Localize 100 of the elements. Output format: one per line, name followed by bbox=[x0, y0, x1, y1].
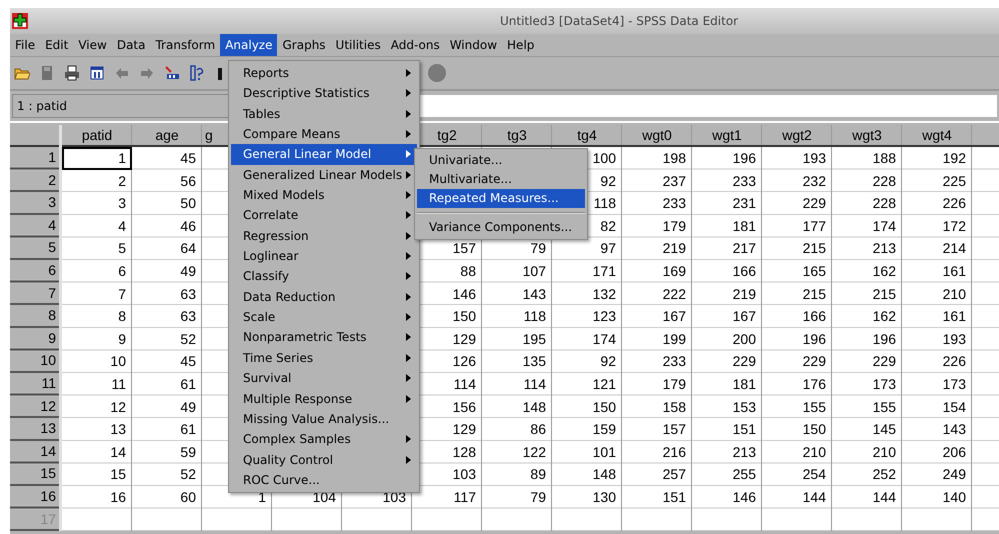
table-cell[interactable]: 196 bbox=[732, 150, 756, 166]
table-cell[interactable]: 114 bbox=[454, 376, 476, 392]
table-cell[interactable]: 228 bbox=[872, 172, 896, 189]
table-cell[interactable]: 3 bbox=[118, 195, 126, 212]
table-cell[interactable]: 146 bbox=[732, 488, 756, 505]
table-cell[interactable]: 181 bbox=[732, 376, 756, 392]
menu-item[interactable]: Data bbox=[112, 34, 150, 56]
table-cell[interactable]: 206 bbox=[942, 444, 966, 460]
table-cell[interactable]: 52 bbox=[180, 330, 196, 347]
menu-item[interactable]: Graphs bbox=[277, 34, 331, 56]
table-cell[interactable]: 126 bbox=[452, 353, 476, 370]
table-cell[interactable]: 153 bbox=[732, 398, 756, 415]
table-cell[interactable]: 226 bbox=[942, 353, 966, 370]
table-cell[interactable]: 122 bbox=[522, 444, 546, 460]
table-cell[interactable]: 213 bbox=[732, 444, 756, 460]
menu-entry[interactable]: Regression bbox=[231, 226, 417, 246]
table-cell[interactable]: 162 bbox=[872, 308, 896, 324]
table-cell[interactable]: 216 bbox=[662, 444, 686, 460]
table-cell[interactable]: 143 bbox=[942, 421, 966, 438]
table-cell[interactable]: 151 bbox=[732, 421, 756, 438]
menu-entry[interactable]: Mixed Models bbox=[231, 185, 417, 206]
table-cell[interactable]: 252 bbox=[872, 466, 896, 482]
menu-item[interactable]: Help bbox=[502, 34, 540, 56]
table-cell[interactable]: 229 bbox=[802, 195, 826, 212]
table-cell[interactable]: 213 bbox=[872, 240, 896, 256]
table-cell[interactable]: 7 bbox=[118, 286, 126, 302]
table-cell[interactable]: 88 bbox=[460, 262, 476, 279]
table-cell[interactable]: 146 bbox=[452, 286, 476, 302]
table-cell[interactable]: 173 bbox=[942, 376, 966, 392]
table-cell[interactable]: 1 bbox=[118, 150, 126, 166]
menu-item[interactable]: Add-ons bbox=[386, 34, 445, 56]
table-cell[interactable]: 86 bbox=[530, 421, 546, 438]
table-cell[interactable]: 150 bbox=[452, 308, 476, 324]
table-cell[interactable]: 188 bbox=[872, 150, 896, 166]
table-cell[interactable]: 161 bbox=[942, 308, 966, 324]
table-cell[interactable]: 14 bbox=[110, 444, 126, 460]
table-cell[interactable]: 10 bbox=[110, 353, 126, 370]
table-cell[interactable]: 210 bbox=[872, 444, 896, 460]
row-number[interactable]: 5 bbox=[10, 237, 62, 260]
column-header[interactable]: patid bbox=[82, 127, 112, 143]
table-cell[interactable]: 1 bbox=[258, 488, 266, 505]
table-cell[interactable]: 79 bbox=[530, 240, 546, 256]
table-cell[interactable]: 179 bbox=[662, 218, 686, 234]
column-header[interactable]: age bbox=[155, 127, 179, 143]
table-cell[interactable]: 181 bbox=[732, 218, 756, 234]
menu-entry[interactable]: Complex Samples bbox=[231, 429, 417, 450]
table-cell[interactable]: 156 bbox=[452, 398, 476, 415]
table-cell[interactable]: 15 bbox=[110, 466, 126, 482]
table-cell[interactable]: 155 bbox=[872, 398, 896, 415]
table-cell[interactable]: 129 bbox=[452, 421, 476, 438]
table-cell[interactable]: 167 bbox=[662, 308, 686, 324]
table-cell[interactable]: 177 bbox=[802, 218, 826, 234]
table-cell[interactable]: 148 bbox=[522, 398, 546, 415]
row-number[interactable]: 1 bbox=[10, 147, 62, 170]
menu-entry[interactable]: ROC Curve... bbox=[231, 470, 417, 490]
table-cell[interactable]: 166 bbox=[732, 262, 756, 279]
table-cell[interactable]: 217 bbox=[732, 240, 756, 256]
menu-entry[interactable]: Repeated Measures... bbox=[417, 189, 585, 208]
table-cell[interactable]: 16 bbox=[110, 488, 126, 505]
table-cell[interactable]: 49 bbox=[180, 398, 196, 415]
table-cell[interactable]: 118 bbox=[524, 308, 546, 324]
table-cell[interactable]: 155 bbox=[802, 398, 826, 415]
row-number[interactable]: 16 bbox=[10, 486, 62, 508]
table-cell[interactable]: 215 bbox=[872, 286, 896, 302]
table-cell[interactable]: 63 bbox=[180, 308, 196, 324]
menu-item[interactable]: View bbox=[73, 34, 112, 56]
menu-entry[interactable]: Variance Components... bbox=[417, 218, 585, 237]
menu-entry[interactable]: Correlate bbox=[231, 205, 417, 226]
column-header[interactable]: tg3 bbox=[507, 127, 527, 143]
row-number[interactable]: 4 bbox=[10, 214, 62, 238]
table-cell[interactable]: 114 bbox=[524, 376, 546, 392]
menu-entry[interactable]: Univariate... bbox=[417, 151, 585, 170]
printer-icon[interactable] bbox=[64, 65, 80, 81]
table-cell[interactable]: 104 bbox=[312, 488, 336, 505]
row-number[interactable]: 9 bbox=[10, 328, 62, 350]
menu-item[interactable]: File bbox=[10, 34, 40, 56]
table-cell[interactable]: 107 bbox=[522, 262, 546, 279]
table-cell[interactable]: 6 bbox=[118, 262, 126, 279]
menu-entry[interactable]: Compare Means bbox=[231, 124, 417, 144]
table-cell[interactable]: 249 bbox=[942, 466, 966, 482]
table-cell[interactable]: 130 bbox=[592, 488, 616, 505]
table-cell[interactable]: 100 bbox=[592, 150, 616, 166]
column-header[interactable]: tg2 bbox=[437, 127, 457, 143]
table-cell[interactable]: 145 bbox=[872, 421, 896, 438]
table-cell[interactable]: 165 bbox=[802, 262, 826, 279]
table-cell[interactable]: 162 bbox=[872, 262, 896, 279]
table-cell[interactable]: 50 bbox=[180, 195, 196, 212]
row-number[interactable]: 14 bbox=[10, 440, 62, 464]
table-cell[interactable]: 233 bbox=[732, 172, 756, 189]
table-cell[interactable]: 225 bbox=[942, 172, 966, 189]
table-cell[interactable]: 254 bbox=[802, 466, 826, 482]
table-cell[interactable]: 214 bbox=[942, 240, 966, 256]
table-cell[interactable]: 196 bbox=[872, 330, 896, 347]
table-cell[interactable]: 237 bbox=[662, 172, 686, 189]
menu-entry[interactable]: Multiple Response bbox=[231, 388, 417, 409]
table-cell[interactable]: 121 bbox=[592, 376, 616, 392]
menu-entry[interactable]: Scale bbox=[231, 307, 417, 328]
column-header[interactable]: wgt2 bbox=[782, 127, 812, 143]
row-number[interactable]: 12 bbox=[10, 396, 62, 418]
table-cell[interactable]: 150 bbox=[802, 421, 826, 438]
